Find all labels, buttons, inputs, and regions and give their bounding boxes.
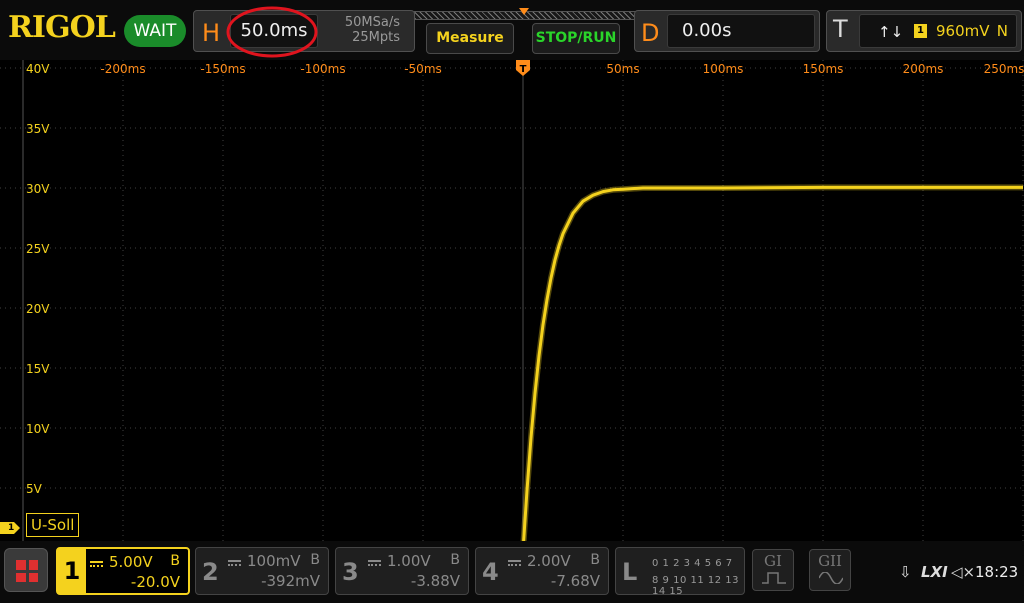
lxi-icon: LXI	[921, 563, 948, 581]
sine-wave-icon	[819, 572, 843, 584]
trigger-mode: N	[996, 22, 1008, 40]
delay-letter: D	[641, 19, 660, 47]
trigger-settings[interactable]: ↑↓ 1 960mV N	[859, 14, 1017, 48]
memory-depth: 25Mpts	[352, 30, 400, 45]
logic-channels-row-1: 0 1 2 3 4 5 6 7	[652, 558, 733, 569]
generator-2-button[interactable]: GII	[809, 549, 851, 591]
y-tick-label: 5V	[26, 482, 43, 496]
brand-logo: RIGOL	[8, 10, 116, 45]
generator-1-label: GI	[764, 552, 782, 570]
trigger-source-badge: 1	[914, 24, 927, 38]
channel-4-box[interactable]: 4 2.00V B -7.68V	[475, 547, 609, 595]
x-tick-label: 100ms	[703, 62, 744, 76]
y-tick-label: 40V	[26, 62, 50, 76]
x-tick-label: 150ms	[803, 62, 844, 76]
dc-coupling-icon	[90, 561, 103, 567]
run-status-badge[interactable]: WAIT	[124, 15, 186, 47]
channel-1-offset: -20.0V	[130, 573, 180, 591]
x-tick-label: -50ms	[404, 62, 442, 76]
generator-2-label: GII	[818, 552, 842, 570]
x-tick-label: 250ms	[984, 62, 1024, 76]
main-menu-button[interactable]	[4, 548, 48, 592]
dc-coupling-icon	[508, 560, 521, 566]
channel-4-number: 4	[482, 558, 499, 586]
usb-icon: ⇩	[899, 563, 912, 581]
channel-3-box[interactable]: 3 1.00V B -3.88V	[335, 547, 469, 595]
channel-1-number: 1	[58, 549, 86, 593]
channel-3-scale: 1.00V	[387, 552, 431, 570]
x-tick-label: -150ms	[200, 62, 245, 76]
channel-1-scale: 5.00V	[109, 553, 153, 571]
y-tick-label: 10V	[26, 422, 50, 436]
menu-grid-icon	[16, 560, 38, 582]
waveform-trace-ch1	[522, 185, 1023, 541]
logic-analyzer-box[interactable]: L 0 1 2 3 4 5 6 7 8 9 10 11 12 13 14 15	[615, 547, 745, 597]
square-wave-icon	[762, 572, 786, 584]
sample-rate: 50MSa/s	[344, 15, 400, 30]
logic-channels-row-2: 8 9 10 11 12 13 14 15	[652, 575, 740, 597]
trigger-edge-icon: ↑↓	[878, 23, 904, 41]
delay-value[interactable]: 0.00s	[667, 14, 815, 48]
y-tick-label: 30V	[26, 182, 50, 196]
x-tick-label: -200ms	[100, 62, 145, 76]
y-tick-label: 25V	[26, 242, 50, 256]
bottom-bar: 1 5.00V B -20.0V 2 100mV B -392mV 3 1.00…	[0, 541, 1024, 603]
trigger-panel[interactable]: T ↑↓ 1 960mV N	[826, 10, 1022, 52]
channel-4-offset: -7.68V	[550, 572, 600, 590]
channel-3-bandwidth: B	[450, 552, 460, 568]
channel-2-bandwidth: B	[310, 552, 320, 568]
channel-2-scale: 100mV	[247, 552, 301, 570]
trigger-letter: T	[833, 15, 848, 43]
dc-coupling-icon	[368, 560, 381, 566]
y-tick-label: 15V	[26, 362, 50, 376]
waveform-svg: -200ms -150ms -100ms -50ms 50ms 100ms 150ms 200…	[0, 60, 1024, 541]
top-bar: RIGOL WAIT H 50.0ms 50MSa/s 25Mpts Measu…	[0, 0, 1024, 60]
clock-time: 18:23	[975, 563, 1019, 581]
channel-2-offset: -392mV	[261, 572, 320, 590]
sound-muted-icon[interactable]: ◁×	[951, 563, 975, 581]
trigger-level: 960mV	[936, 22, 990, 40]
logic-letter: L	[622, 558, 638, 586]
waveform-trace-glow	[520, 184, 1023, 541]
horizontal-letter: H	[202, 19, 221, 47]
y-tick-label: 35V	[26, 122, 50, 136]
acquisition-info: 50MSa/s 25Mpts	[345, 15, 400, 45]
x-tick-label: 200ms	[903, 62, 944, 76]
channel-2-number: 2	[202, 558, 219, 586]
horizontal-panel[interactable]: H 50.0ms 50MSa/s 25Mpts	[193, 10, 415, 52]
dc-coupling-icon	[228, 560, 241, 566]
channel-1-label: U-Soll	[26, 513, 80, 537]
timebase-value[interactable]: 50.0ms	[230, 14, 318, 48]
trigger-position-pointer-icon	[519, 8, 529, 15]
generator-1-button[interactable]: GI	[752, 549, 794, 591]
channel-1-bandwidth: B	[170, 553, 180, 569]
svg-text:T: T	[520, 64, 527, 75]
channel-2-box[interactable]: 2 100mV B -392mV	[195, 547, 329, 595]
channel-4-bandwidth: B	[590, 552, 600, 568]
x-tick-label: 50ms	[606, 62, 639, 76]
trigger-time-marker-icon: T	[516, 60, 530, 76]
stop-run-button[interactable]: STOP/RUN	[532, 23, 620, 54]
waveform-display[interactable]: -200ms -150ms -100ms -50ms 50ms 100ms 150ms 200…	[0, 60, 1024, 541]
delay-panel[interactable]: D 0.00s	[634, 10, 820, 52]
channel-1-box[interactable]: 1 5.00V B -20.0V	[56, 547, 190, 595]
y-tick-label: 20V	[26, 302, 50, 316]
channel-4-scale: 2.00V	[527, 552, 571, 570]
measure-button[interactable]: Measure	[426, 23, 514, 54]
channel-3-offset: -3.88V	[410, 572, 460, 590]
channel-3-number: 3	[342, 558, 359, 586]
x-tick-label: -100ms	[300, 62, 345, 76]
